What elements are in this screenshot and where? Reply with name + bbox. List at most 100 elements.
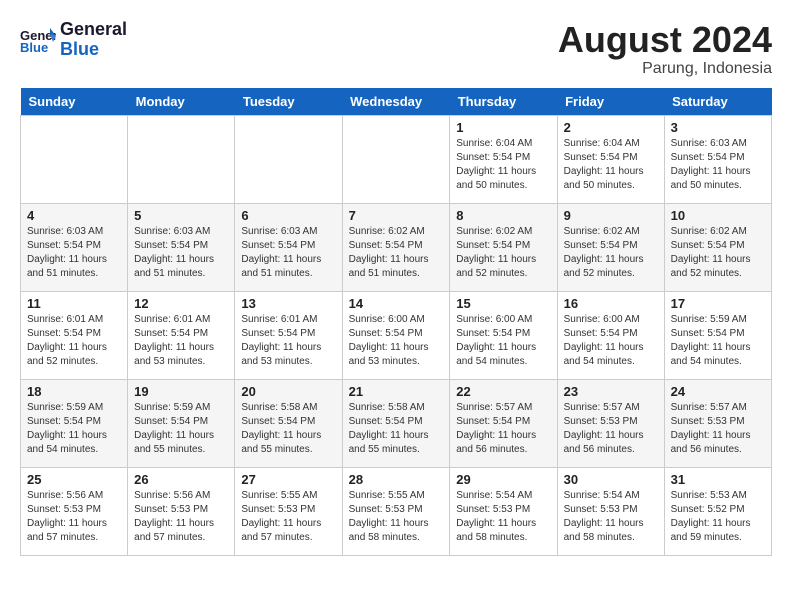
calendar-cell: 9 Sunrise: 6:02 AMSunset: 5:54 PMDayligh… <box>557 203 664 291</box>
location: Parung, Indonesia <box>558 60 772 78</box>
calendar-cell: 29 Sunrise: 5:54 AMSunset: 5:53 PMDaylig… <box>450 467 557 555</box>
day-info: Sunrise: 6:03 AMSunset: 5:54 PMDaylight:… <box>134 225 228 281</box>
calendar-cell: 2 Sunrise: 6:04 AMSunset: 5:54 PMDayligh… <box>557 115 664 203</box>
day-info: Sunrise: 6:04 AMSunset: 5:54 PMDaylight:… <box>456 137 550 193</box>
day-info: Sunrise: 6:02 AMSunset: 5:54 PMDaylight:… <box>456 225 550 281</box>
logo-text-general: General <box>60 20 127 40</box>
title-area: August 2024 Parung, Indonesia <box>558 20 772 78</box>
calendar-cell: 17 Sunrise: 5:59 AMSunset: 5:54 PMDaylig… <box>664 291 771 379</box>
day-info: Sunrise: 6:02 AMSunset: 5:54 PMDaylight:… <box>349 225 444 281</box>
day-info: Sunrise: 5:55 AMSunset: 5:53 PMDaylight:… <box>241 489 335 545</box>
logo: General Blue General Blue <box>20 20 127 60</box>
day-info: Sunrise: 6:03 AMSunset: 5:54 PMDaylight:… <box>27 225 121 281</box>
calendar-cell: 27 Sunrise: 5:55 AMSunset: 5:53 PMDaylig… <box>235 467 342 555</box>
week-row-4: 18 Sunrise: 5:59 AMSunset: 5:54 PMDaylig… <box>21 379 772 467</box>
calendar-cell: 23 Sunrise: 5:57 AMSunset: 5:53 PMDaylig… <box>557 379 664 467</box>
calendar-cell: 24 Sunrise: 5:57 AMSunset: 5:53 PMDaylig… <box>664 379 771 467</box>
calendar-cell: 15 Sunrise: 6:00 AMSunset: 5:54 PMDaylig… <box>450 291 557 379</box>
day-number: 17 <box>671 296 765 311</box>
calendar-cell: 28 Sunrise: 5:55 AMSunset: 5:53 PMDaylig… <box>342 467 450 555</box>
calendar-cell <box>128 115 235 203</box>
calendar-cell <box>342 115 450 203</box>
calendar-cell: 31 Sunrise: 5:53 AMSunset: 5:52 PMDaylig… <box>664 467 771 555</box>
calendar-cell: 12 Sunrise: 6:01 AMSunset: 5:54 PMDaylig… <box>128 291 235 379</box>
day-number: 13 <box>241 296 335 311</box>
calendar-cell: 25 Sunrise: 5:56 AMSunset: 5:53 PMDaylig… <box>21 467 128 555</box>
day-info: Sunrise: 6:00 AMSunset: 5:54 PMDaylight:… <box>349 313 444 369</box>
week-row-1: 1 Sunrise: 6:04 AMSunset: 5:54 PMDayligh… <box>21 115 772 203</box>
day-info: Sunrise: 6:03 AMSunset: 5:54 PMDaylight:… <box>241 225 335 281</box>
header-saturday: Saturday <box>664 88 771 116</box>
day-number: 27 <box>241 472 335 487</box>
day-number: 26 <box>134 472 228 487</box>
day-info: Sunrise: 5:55 AMSunset: 5:53 PMDaylight:… <box>349 489 444 545</box>
day-number: 4 <box>27 208 121 223</box>
day-info: Sunrise: 6:02 AMSunset: 5:54 PMDaylight:… <box>671 225 765 281</box>
day-number: 10 <box>671 208 765 223</box>
calendar-cell: 1 Sunrise: 6:04 AMSunset: 5:54 PMDayligh… <box>450 115 557 203</box>
day-number: 8 <box>456 208 550 223</box>
day-number: 21 <box>349 384 444 399</box>
calendar-cell: 30 Sunrise: 5:54 AMSunset: 5:53 PMDaylig… <box>557 467 664 555</box>
day-info: Sunrise: 5:56 AMSunset: 5:53 PMDaylight:… <box>27 489 121 545</box>
day-number: 2 <box>564 120 658 135</box>
calendar-cell: 8 Sunrise: 6:02 AMSunset: 5:54 PMDayligh… <box>450 203 557 291</box>
day-number: 11 <box>27 296 121 311</box>
day-number: 18 <box>27 384 121 399</box>
day-number: 5 <box>134 208 228 223</box>
day-info: Sunrise: 5:53 AMSunset: 5:52 PMDaylight:… <box>671 489 765 545</box>
day-info: Sunrise: 6:04 AMSunset: 5:54 PMDaylight:… <box>564 137 658 193</box>
day-number: 14 <box>349 296 444 311</box>
day-info: Sunrise: 5:58 AMSunset: 5:54 PMDaylight:… <box>349 401 444 457</box>
day-number: 24 <box>671 384 765 399</box>
day-number: 6 <box>241 208 335 223</box>
day-info: Sunrise: 5:57 AMSunset: 5:53 PMDaylight:… <box>564 401 658 457</box>
day-number: 12 <box>134 296 228 311</box>
day-info: Sunrise: 5:57 AMSunset: 5:54 PMDaylight:… <box>456 401 550 457</box>
day-info: Sunrise: 6:00 AMSunset: 5:54 PMDaylight:… <box>456 313 550 369</box>
day-info: Sunrise: 6:01 AMSunset: 5:54 PMDaylight:… <box>27 313 121 369</box>
day-number: 1 <box>456 120 550 135</box>
calendar-cell <box>21 115 128 203</box>
day-number: 7 <box>349 208 444 223</box>
calendar-header-row: SundayMondayTuesdayWednesdayThursdayFrid… <box>21 88 772 116</box>
calendar-cell: 20 Sunrise: 5:58 AMSunset: 5:54 PMDaylig… <box>235 379 342 467</box>
day-number: 15 <box>456 296 550 311</box>
day-number: 29 <box>456 472 550 487</box>
week-row-5: 25 Sunrise: 5:56 AMSunset: 5:53 PMDaylig… <box>21 467 772 555</box>
calendar-cell: 6 Sunrise: 6:03 AMSunset: 5:54 PMDayligh… <box>235 203 342 291</box>
calendar-table: SundayMondayTuesdayWednesdayThursdayFrid… <box>20 88 772 556</box>
day-info: Sunrise: 5:57 AMSunset: 5:53 PMDaylight:… <box>671 401 765 457</box>
calendar-cell: 21 Sunrise: 5:58 AMSunset: 5:54 PMDaylig… <box>342 379 450 467</box>
day-info: Sunrise: 6:02 AMSunset: 5:54 PMDaylight:… <box>564 225 658 281</box>
calendar-cell: 18 Sunrise: 5:59 AMSunset: 5:54 PMDaylig… <box>21 379 128 467</box>
day-number: 31 <box>671 472 765 487</box>
day-number: 22 <box>456 384 550 399</box>
day-number: 25 <box>27 472 121 487</box>
day-number: 20 <box>241 384 335 399</box>
header-tuesday: Tuesday <box>235 88 342 116</box>
page-header: General Blue General Blue August 2024 Pa… <box>20 20 772 78</box>
day-info: Sunrise: 6:01 AMSunset: 5:54 PMDaylight:… <box>134 313 228 369</box>
week-row-2: 4 Sunrise: 6:03 AMSunset: 5:54 PMDayligh… <box>21 203 772 291</box>
day-info: Sunrise: 5:58 AMSunset: 5:54 PMDaylight:… <box>241 401 335 457</box>
day-number: 30 <box>564 472 658 487</box>
day-info: Sunrise: 6:01 AMSunset: 5:54 PMDaylight:… <box>241 313 335 369</box>
header-monday: Monday <box>128 88 235 116</box>
calendar-cell: 5 Sunrise: 6:03 AMSunset: 5:54 PMDayligh… <box>128 203 235 291</box>
calendar-cell: 16 Sunrise: 6:00 AMSunset: 5:54 PMDaylig… <box>557 291 664 379</box>
day-info: Sunrise: 5:54 AMSunset: 5:53 PMDaylight:… <box>456 489 550 545</box>
day-info: Sunrise: 5:59 AMSunset: 5:54 PMDaylight:… <box>134 401 228 457</box>
header-friday: Friday <box>557 88 664 116</box>
header-thursday: Thursday <box>450 88 557 116</box>
logo-text-blue: Blue <box>60 40 127 60</box>
header-wednesday: Wednesday <box>342 88 450 116</box>
day-number: 3 <box>671 120 765 135</box>
calendar-cell: 13 Sunrise: 6:01 AMSunset: 5:54 PMDaylig… <box>235 291 342 379</box>
calendar-cell: 11 Sunrise: 6:01 AMSunset: 5:54 PMDaylig… <box>21 291 128 379</box>
svg-text:Blue: Blue <box>20 40 48 54</box>
calendar-cell: 10 Sunrise: 6:02 AMSunset: 5:54 PMDaylig… <box>664 203 771 291</box>
day-info: Sunrise: 6:00 AMSunset: 5:54 PMDaylight:… <box>564 313 658 369</box>
day-info: Sunrise: 5:59 AMSunset: 5:54 PMDaylight:… <box>671 313 765 369</box>
day-number: 28 <box>349 472 444 487</box>
